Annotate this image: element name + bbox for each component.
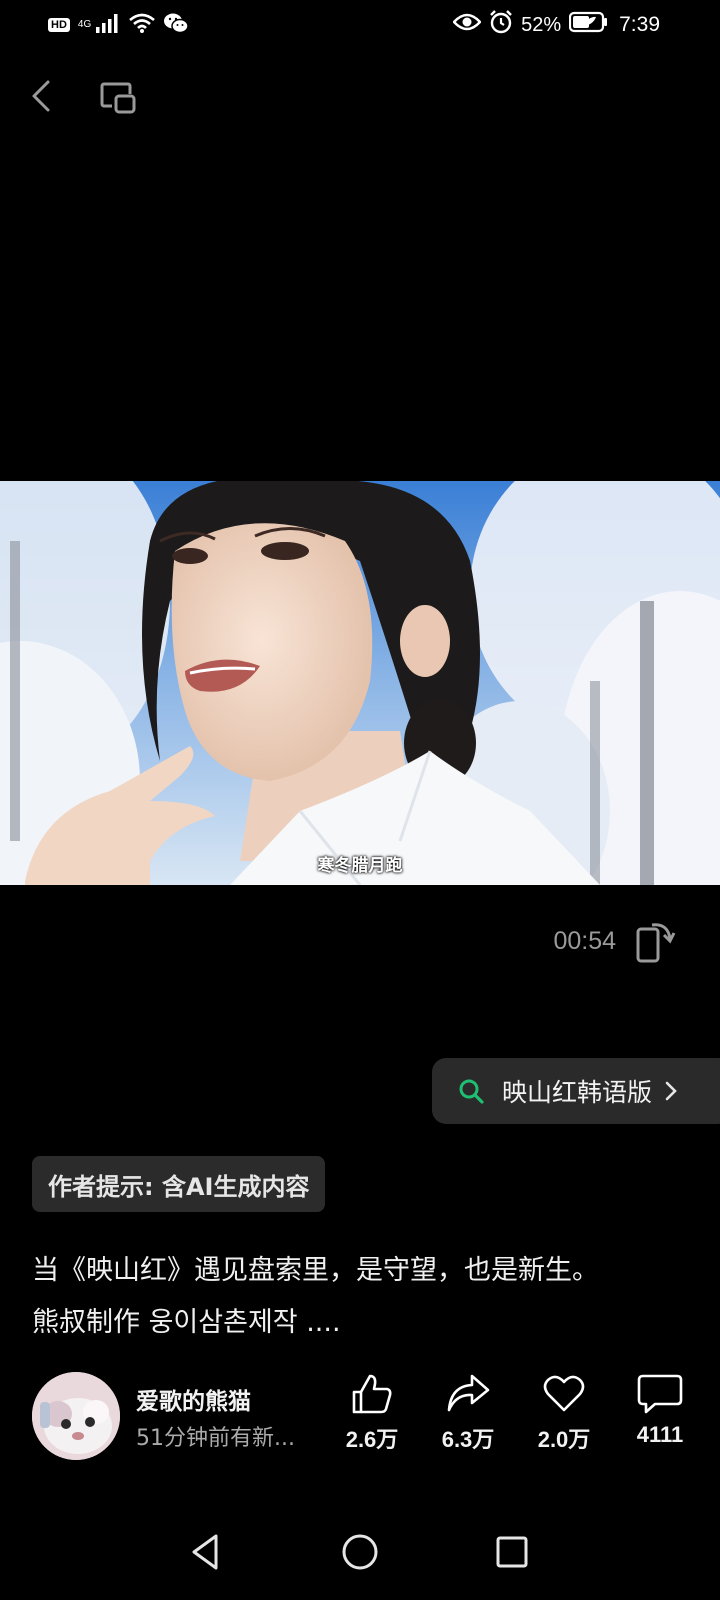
clock: 7:39 bbox=[619, 13, 660, 36]
video-timestamp: 00:54 bbox=[553, 927, 616, 955]
related-search-label: 映山红韩语版 bbox=[502, 1078, 653, 1107]
battery-icon bbox=[569, 11, 609, 39]
related-search-chip[interactable]: 映山红韩语版 bbox=[432, 1058, 720, 1124]
status-right: 52% 7:39 bbox=[452, 10, 660, 40]
favorite-count: 2.0万 bbox=[537, 1427, 591, 1452]
status-left: HD 4G bbox=[48, 12, 189, 38]
comment-icon bbox=[637, 1374, 683, 1414]
comment-button[interactable]: 4111 bbox=[620, 1372, 700, 1448]
video-still bbox=[0, 481, 720, 885]
back-button[interactable] bbox=[24, 76, 64, 116]
nav-recents-button[interactable] bbox=[488, 1528, 536, 1576]
author-update-note: 51分钟前有新... bbox=[136, 1426, 295, 1451]
rotate-screen-button[interactable] bbox=[634, 919, 676, 965]
window-mode-button[interactable] bbox=[98, 76, 140, 118]
ai-content-notice: 作者提示: 含AI生成内容 bbox=[32, 1156, 326, 1212]
system-nav-bar bbox=[0, 1520, 720, 1600]
circle-home-icon bbox=[342, 1534, 378, 1570]
chevron-right-icon bbox=[665, 1081, 677, 1101]
heart-icon bbox=[543, 1375, 585, 1412]
author-avatar[interactable] bbox=[32, 1372, 120, 1460]
video-player[interactable]: 寒冬腊月跑 bbox=[0, 481, 720, 885]
rotate-icon bbox=[636, 923, 676, 963]
nav-home-button[interactable] bbox=[336, 1528, 384, 1576]
back-icon bbox=[32, 80, 50, 112]
comment-count: 4111 bbox=[636, 1422, 684, 1447]
video-subtitle: 寒冬腊月跑 bbox=[317, 856, 403, 876]
square-recents-icon bbox=[496, 1536, 528, 1568]
like-count: 2.6万 bbox=[345, 1427, 399, 1452]
nav-back-button[interactable] bbox=[182, 1528, 230, 1576]
triangle-back-icon bbox=[192, 1534, 218, 1570]
top-bar bbox=[0, 72, 720, 120]
author-name[interactable]: 爱歌的熊猫 bbox=[136, 1382, 251, 1416]
wechat-icon bbox=[163, 12, 189, 38]
battery-percent: 52% bbox=[521, 13, 562, 36]
share-button[interactable]: 6.3万 bbox=[428, 1372, 508, 1454]
window-mode-icon bbox=[100, 82, 136, 114]
wifi-icon bbox=[129, 13, 156, 37]
description-line-1: 当《映山红》遇见盘索里，是守望，也是新生。 bbox=[32, 1255, 599, 1286]
video-controls: 00:54 bbox=[0, 915, 720, 971]
eye-icon bbox=[452, 12, 482, 38]
author-row: 爱歌的熊猫 51分钟前有新... 2.6万 6.3万 2.0万 4111 bbox=[0, 1372, 720, 1472]
share-count: 6.3万 bbox=[441, 1427, 495, 1452]
share-icon bbox=[447, 1374, 490, 1412]
status-bar: HD 4G 52% 7:39 bbox=[0, 0, 720, 50]
avatar-image bbox=[32, 1372, 120, 1460]
signal-icon bbox=[95, 13, 121, 37]
network-type: 4G bbox=[77, 19, 92, 30]
search-icon bbox=[459, 1079, 484, 1104]
favorite-button[interactable]: 2.0万 bbox=[524, 1372, 604, 1454]
like-button[interactable]: 2.6万 bbox=[332, 1372, 412, 1454]
description-line-2: 熊叔制作 웅이삼촌제작 .... bbox=[32, 1307, 341, 1338]
alarm-icon bbox=[489, 10, 513, 40]
video-description[interactable]: 当《映山红》遇见盘索里，是守望，也是新生。 熊叔制作 웅이삼촌제작 .... bbox=[32, 1245, 692, 1349]
hd-badge: HD bbox=[48, 18, 70, 32]
thumbs-up-icon bbox=[352, 1374, 392, 1414]
